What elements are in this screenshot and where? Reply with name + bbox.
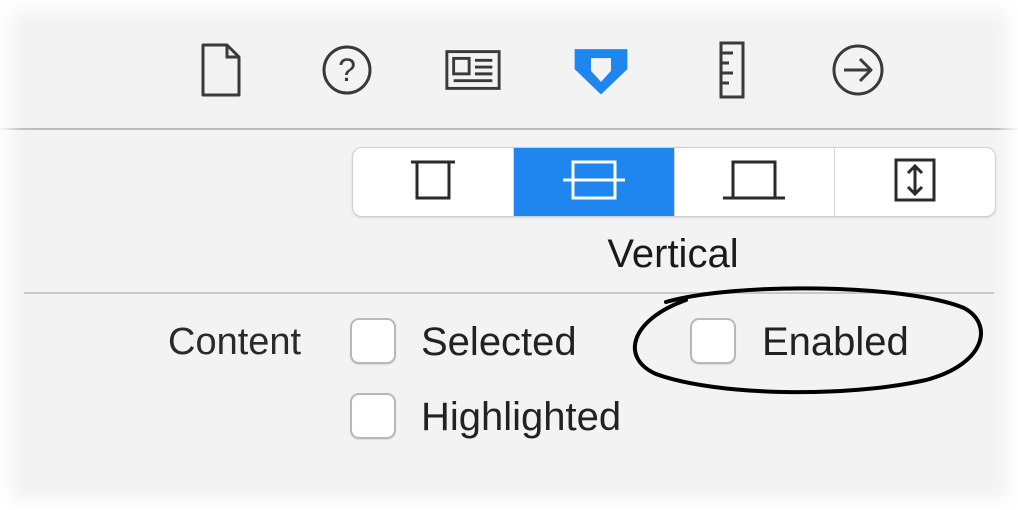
enabled-label[interactable]: Enabled bbox=[762, 320, 909, 365]
segment-align-bottom[interactable] bbox=[675, 148, 836, 216]
align-bottom-icon bbox=[719, 158, 789, 207]
enabled-checkbox[interactable] bbox=[690, 318, 736, 364]
segment-align-top[interactable] bbox=[353, 148, 514, 216]
attributes-inspector-icon[interactable] bbox=[571, 40, 631, 100]
connections-inspector-icon[interactable] bbox=[828, 40, 888, 100]
selected-label[interactable]: Selected bbox=[421, 320, 577, 365]
vertical-alignment-control[interactable] bbox=[352, 147, 996, 217]
align-top-icon bbox=[403, 158, 463, 207]
align-fill-icon bbox=[890, 156, 940, 209]
alignment-caption: Vertical bbox=[607, 232, 739, 276]
selected-checkbox[interactable] bbox=[350, 318, 396, 364]
inspector-toolbar: ? bbox=[0, 0, 1018, 130]
size-inspector-icon[interactable] bbox=[701, 40, 761, 100]
file-inspector-icon[interactable] bbox=[190, 40, 250, 100]
attributes-inspector-panel: ? Vertical Content Selected Enabled High… bbox=[0, 0, 1018, 510]
content-label: Content bbox=[168, 321, 302, 363]
align-center-icon bbox=[559, 156, 629, 209]
segment-align-fill[interactable] bbox=[835, 148, 995, 216]
svg-text:?: ? bbox=[338, 52, 356, 88]
segment-align-center[interactable] bbox=[513, 148, 675, 216]
highlighted-checkbox[interactable] bbox=[350, 393, 396, 439]
highlighted-label[interactable]: Highlighted bbox=[421, 395, 621, 440]
identity-inspector-icon[interactable] bbox=[443, 40, 503, 100]
quick-help-icon[interactable]: ? bbox=[317, 40, 377, 100]
section-divider bbox=[24, 292, 994, 294]
toolbar-divider bbox=[0, 128, 1018, 130]
